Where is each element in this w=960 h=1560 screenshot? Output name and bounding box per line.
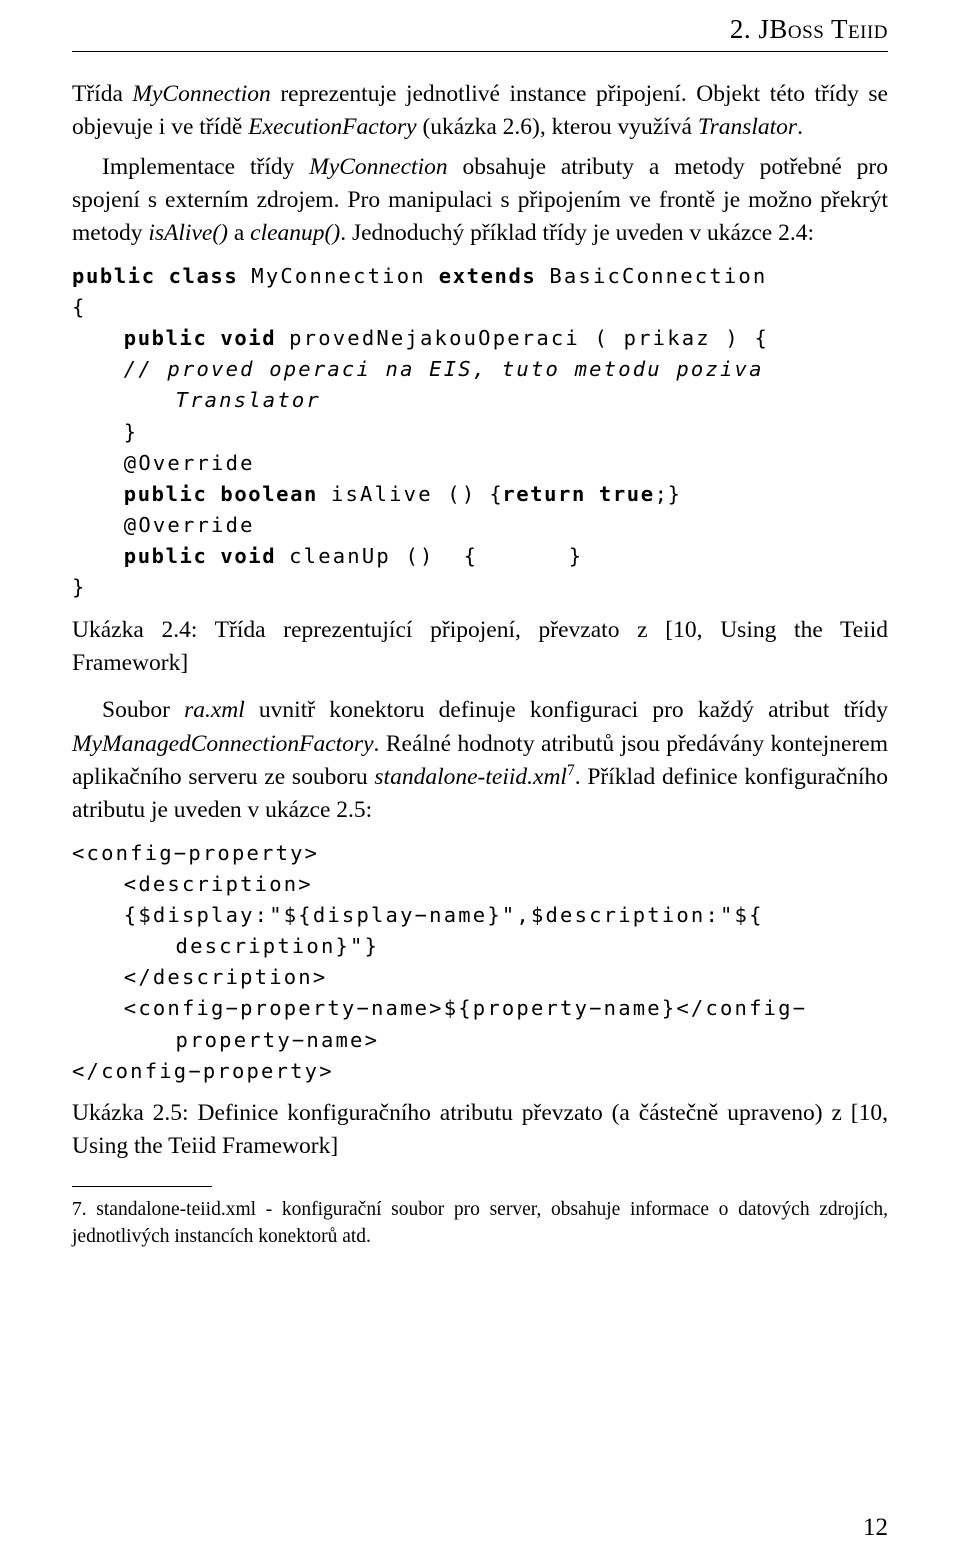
caption-listing-2: Ukázka 2.5: Definice konfiguračního atri… — [72, 1099, 888, 1160]
paragraph-2: Implementace třídy MyConnection obsahuje… — [72, 151, 888, 251]
p3-footnote-marker: 7 — [566, 762, 575, 780]
p2-text-a: Implementace třídy — [102, 153, 310, 180]
l3-keyword-public: public — [123, 326, 208, 351]
p2-method-isalive: isAlive() — [148, 220, 228, 247]
l8-keyword-boolean: boolean — [220, 481, 318, 506]
l1-keyword-class: class — [168, 263, 239, 288]
l10-keyword-void: void — [220, 544, 277, 569]
paragraph-1: Třída MyConnection reprezentuje jednotli… — [72, 78, 888, 145]
footnote-text: standalone-teiid.xml - konfigurační soub… — [72, 1198, 889, 1247]
l8-method-isalive: isAlive () — [330, 481, 477, 506]
p2-text-g: . Jednoduchý příklad třídy je uveden v u… — [340, 220, 814, 247]
p1-class-executionfactory: ExecutionFactory — [248, 114, 417, 141]
l8-body-open: { — [489, 481, 503, 506]
l2-3-display-description: {$display:"${display−name}",$description… — [123, 902, 764, 927]
l8-keyword-return: return — [502, 481, 586, 506]
p1-class-myconnection: MyConnection — [132, 81, 271, 107]
p1-text-g: . — [797, 114, 803, 141]
p3-file-standalone-teiid: standalone-teiid.xml — [374, 763, 567, 790]
l2-1-config-property-open: <config−property> — [72, 840, 320, 865]
l3-keyword-void: void — [220, 326, 277, 351]
l2-5-description-close: </description> — [123, 965, 328, 990]
l2-6-config-property-name: <config−property−name>${property−name}</… — [123, 996, 808, 1021]
page-number: 12 — [863, 1514, 888, 1541]
l2-8-config-property-close: </config−property> — [72, 1058, 334, 1083]
l1-keyword-public: public — [72, 263, 156, 288]
l6-close-brace: } — [123, 419, 137, 444]
document-page: 2. JBoss Teiid Třída MyConnection reprez… — [0, 0, 960, 1560]
l11-close-brace: } — [72, 575, 85, 600]
l1-keyword-extends: extends — [438, 263, 537, 288]
l10-close-brace: } — [568, 544, 582, 569]
header-chapter-title: JBoss Teiid — [758, 14, 888, 44]
code-listing-2: <config−property> <description> {$displa… — [72, 838, 888, 1087]
p3-class-mymanagedconnectionfactory: MyManagedConnectionFactory — [72, 730, 374, 757]
header-chapter-number: 2. — [729, 14, 752, 44]
l7-annotation-override: @Override — [123, 450, 255, 475]
l8-keyword-public: public — [123, 481, 208, 506]
l8-body-close: ;} — [654, 481, 681, 506]
p2-text-e: a — [227, 220, 251, 247]
p1-text-e: (ukázka 2.6), kterou využívá — [416, 114, 698, 141]
footnote-7: 7. standalone-teiid.xml - konfigurační s… — [72, 1197, 888, 1251]
l10-keyword-public: public — [123, 544, 208, 569]
l2-4-description-continued: description}"} — [175, 934, 380, 959]
p3-text-a: Soubor — [102, 697, 185, 724]
caption-listing-1: Ukázka 2.4: Třída reprezentující připoje… — [72, 616, 888, 676]
l2-2-description-open: <description> — [123, 871, 313, 896]
header-rule — [72, 51, 888, 52]
l3-method-signature: provedNejakouOperaci ( prikaz ) { — [289, 326, 770, 351]
footnote-separator — [72, 1185, 212, 1187]
p2-class-myconnection: MyConnection — [309, 153, 448, 180]
p1-class-translator: Translator — [697, 114, 798, 141]
l2-7-property-name-close: property−name> — [175, 1027, 380, 1052]
p2-method-cleanup: cleanup() — [250, 220, 341, 247]
l1-open-brace: { — [72, 294, 85, 319]
l5-comment-continued: Translator — [175, 388, 321, 413]
code-listing-1: public class MyConnection extends BasicC… — [72, 261, 888, 604]
l1-class-name: MyConnection — [251, 263, 426, 288]
p3-text-c: uvnitř konektoru definuje konfiguraci pr… — [244, 697, 888, 724]
l4-comment: // proved operaci na EIS, tuto metodu po… — [123, 357, 764, 382]
running-header: 2. JBoss Teiid — [72, 0, 888, 51]
l8-literal-true: true — [598, 481, 655, 506]
p3-file-raxml: ra.xml — [184, 697, 245, 724]
footnote-marker: 7. — [72, 1198, 87, 1220]
paragraph-3: Soubor ra.xml uvnitř konektoru definuje … — [72, 694, 888, 827]
l1-superclass-name: BasicConnection — [549, 263, 768, 288]
p1-text-a: Třída — [72, 81, 133, 107]
l10-method-cleanup: cleanUp () { — [289, 544, 479, 569]
l9-annotation-override: @Override — [123, 513, 255, 538]
